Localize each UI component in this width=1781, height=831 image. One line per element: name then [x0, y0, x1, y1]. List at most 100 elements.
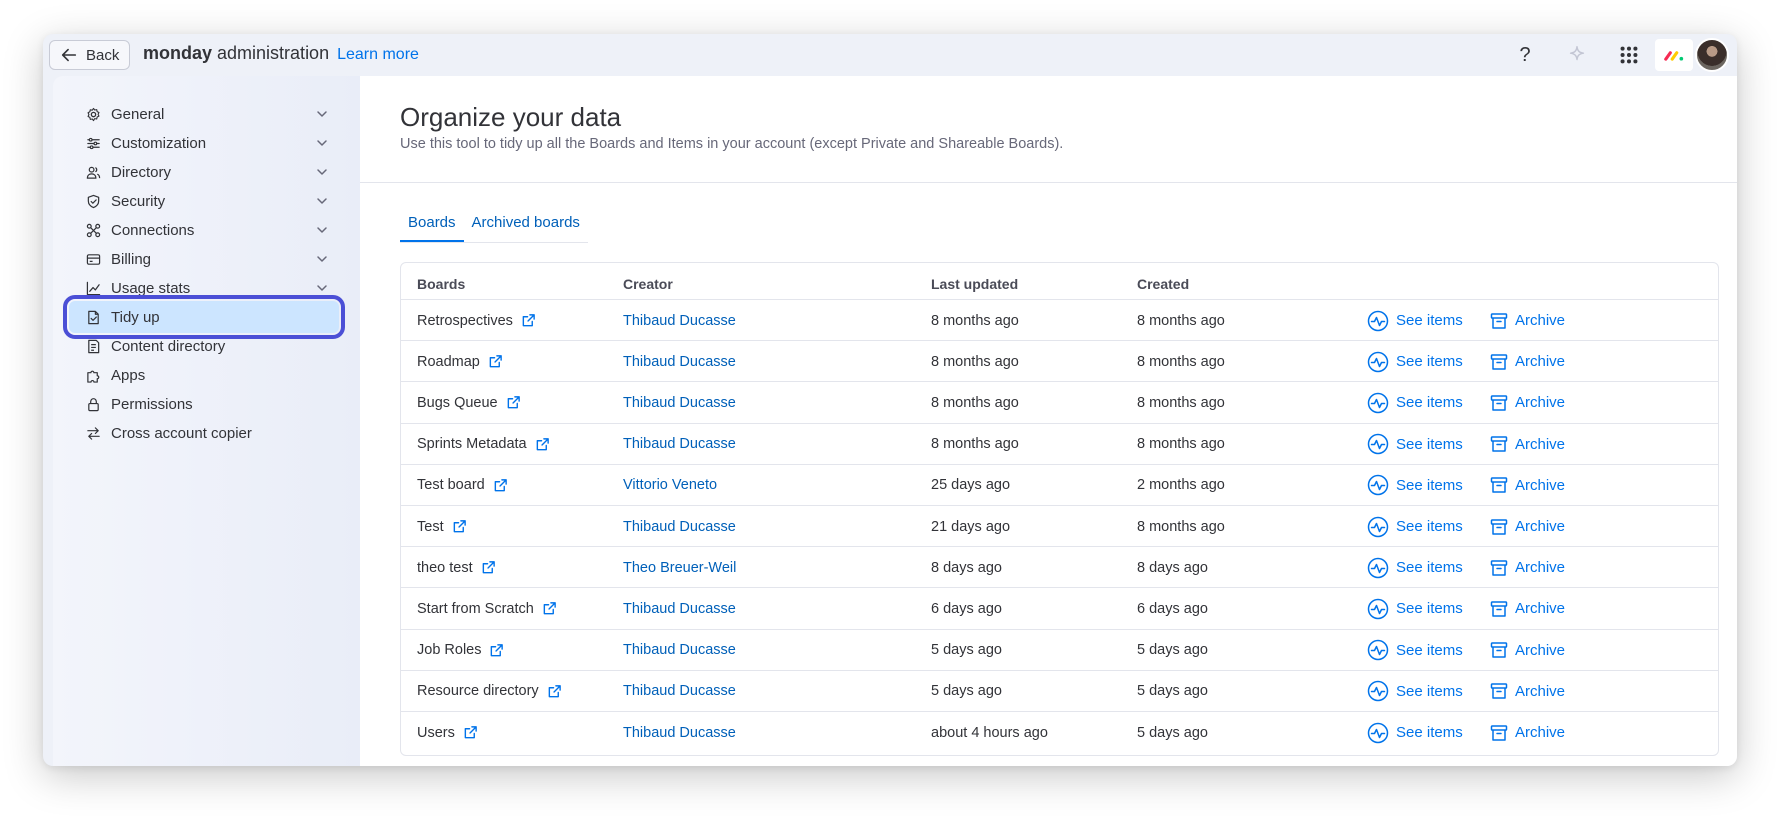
boards-table: Boards Creator Last updated Created Retr… — [400, 262, 1719, 756]
creator-link[interactable]: Thibaud Ducasse — [623, 341, 736, 382]
archive-icon — [1490, 518, 1508, 535]
see-items-button[interactable]: See items — [1367, 588, 1463, 629]
archive-button[interactable]: Archive — [1490, 671, 1565, 712]
avatar[interactable] — [1695, 38, 1729, 72]
external-link-icon[interactable] — [489, 643, 504, 658]
archive-button[interactable]: Archive — [1490, 341, 1565, 382]
archive-icon — [1490, 559, 1508, 576]
activity-icon — [1367, 310, 1389, 331]
see-items-button[interactable]: See items — [1367, 630, 1463, 671]
archive-label: Archive — [1515, 724, 1566, 741]
external-link-icon[interactable] — [463, 725, 478, 740]
sidebar-item-label: General — [111, 105, 165, 123]
see-items-label: See items — [1396, 518, 1463, 535]
header-creator: Creator — [623, 275, 673, 292]
archive-button[interactable]: Archive — [1490, 382, 1565, 423]
users-icon — [85, 164, 101, 180]
back-button[interactable]: Back — [49, 40, 131, 70]
archive-button[interactable]: Archive — [1490, 630, 1565, 671]
sidebar-item-content-directory[interactable]: Content directory — [69, 330, 339, 362]
see-items-button[interactable]: See items — [1367, 506, 1463, 547]
see-items-button[interactable]: See items — [1367, 671, 1463, 712]
see-items-button[interactable]: See items — [1367, 465, 1463, 506]
tidy-icon — [85, 309, 101, 325]
last-updated-value: 21 days ago — [931, 518, 1011, 535]
board-name: Resource directory — [417, 683, 539, 700]
archive-button[interactable]: Archive — [1490, 424, 1565, 465]
board-name: Job Roles — [417, 642, 482, 659]
board-name: Retrospectives — [417, 312, 513, 329]
last-updated-value: 8 months ago — [931, 353, 1019, 370]
sidebar-item-label: Permissions — [111, 395, 193, 413]
sidebar-item-security[interactable]: Security — [69, 185, 339, 217]
learn-more-link[interactable]: Learn more — [337, 46, 419, 64]
sidebar-item-cross-account-copier[interactable]: Cross account copier — [69, 417, 339, 449]
archive-button[interactable]: Archive — [1490, 300, 1565, 341]
creator-link[interactable]: Thibaud Ducasse — [623, 712, 736, 753]
creator-link[interactable]: Thibaud Ducasse — [623, 506, 736, 547]
creator-link[interactable]: Thibaud Ducasse — [623, 300, 736, 341]
archive-icon — [1490, 642, 1508, 658]
external-link-icon[interactable] — [521, 313, 536, 328]
archive-button[interactable]: Archive — [1490, 588, 1565, 629]
table-row: Resource directory Thibaud Ducasse 5 days … — [401, 669, 1718, 712]
sidebar-item-apps[interactable]: Apps — [69, 359, 339, 391]
external-link-icon[interactable] — [506, 395, 521, 410]
sidebar-item-customization[interactable]: Customization — [69, 127, 339, 159]
sidebar-item-connections[interactable]: Connections — [69, 214, 339, 246]
archive-button[interactable]: Archive — [1490, 712, 1565, 753]
creator-link[interactable]: Theo Breuer-Weil — [623, 547, 736, 588]
external-link-icon[interactable] — [452, 519, 467, 534]
creator-link[interactable]: Thibaud Ducasse — [623, 630, 736, 671]
sidebar-item-usage-stats[interactable]: Usage stats — [69, 272, 339, 304]
see-items-button[interactable]: See items — [1367, 382, 1463, 423]
external-link-icon[interactable] — [481, 560, 496, 575]
table-row: Bugs Queue Thibaud Ducasse 8 months ago 8 m… — [401, 381, 1718, 422]
table-row: Users Thibaud Ducasse about 4 hours ago 5 d… — [401, 711, 1718, 752]
tab-archived-boards[interactable]: Archived boards — [464, 209, 588, 242]
archive-button[interactable]: Archive — [1490, 547, 1565, 588]
archive-icon — [1490, 312, 1508, 329]
creator-link[interactable]: Vittorio Veneto — [623, 465, 717, 506]
grid-icon — [1620, 46, 1638, 64]
sidebar-item-permissions[interactable]: Permissions — [69, 388, 339, 420]
last-updated-value: about 4 hours ago — [931, 724, 1048, 741]
sidebar-item-label: Customization — [111, 134, 207, 152]
sidebar-item-directory[interactable]: Directory — [69, 156, 339, 188]
see-items-button[interactable]: See items — [1367, 300, 1463, 341]
see-items-button[interactable]: See items — [1367, 712, 1463, 753]
see-items-button[interactable]: See items — [1367, 341, 1463, 382]
sidebar-item-billing[interactable]: Billing — [69, 243, 339, 275]
sparkle-icon — [1569, 46, 1585, 61]
table-row: theo test Theo Breuer-Weil 8 days ago 8 day… — [401, 546, 1718, 587]
last-updated-value: 8 months ago — [931, 394, 1019, 411]
external-link-icon[interactable] — [547, 684, 562, 699]
creator-link[interactable]: Thibaud Ducasse — [623, 588, 736, 629]
sparkle-button[interactable] — [1551, 38, 1603, 72]
see-items-button[interactable]: See items — [1367, 424, 1463, 465]
external-link-icon[interactable] — [488, 354, 503, 369]
help-button[interactable]: ? — [1499, 38, 1551, 72]
external-link-icon[interactable] — [493, 478, 508, 493]
activity-icon — [1367, 639, 1389, 661]
creator-link[interactable]: Thibaud Ducasse — [623, 382, 736, 423]
board-name: theo test — [417, 559, 473, 576]
tab-boards[interactable]: Boards — [400, 209, 464, 242]
archive-button[interactable]: Archive — [1490, 506, 1565, 547]
external-link-icon[interactable] — [542, 601, 557, 616]
external-link-icon[interactable] — [535, 437, 550, 452]
created-value: 8 months ago — [1137, 353, 1225, 370]
creator-link[interactable]: Thibaud Ducasse — [623, 424, 736, 465]
sidebar-item-tidy-up[interactable]: Tidy up — [63, 295, 345, 339]
creator-link[interactable]: Thibaud Ducasse — [623, 671, 736, 712]
archive-button[interactable]: Archive — [1490, 465, 1565, 506]
sidebar-item-general[interactable]: General — [69, 98, 339, 130]
main-content: Organize your data Use this tool to tidy… — [360, 76, 1737, 766]
apps-grid-button[interactable] — [1603, 38, 1655, 72]
sidebar-item-label: Billing — [111, 250, 152, 268]
created-value: 8 months ago — [1137, 312, 1225, 329]
last-updated-value: 5 days ago — [931, 683, 1002, 700]
sidebar: General Customization Directory Security — [53, 76, 360, 766]
top-bar: Back monday administration Learn more ? — [43, 34, 1737, 76]
see-items-button[interactable]: See items — [1367, 547, 1463, 588]
